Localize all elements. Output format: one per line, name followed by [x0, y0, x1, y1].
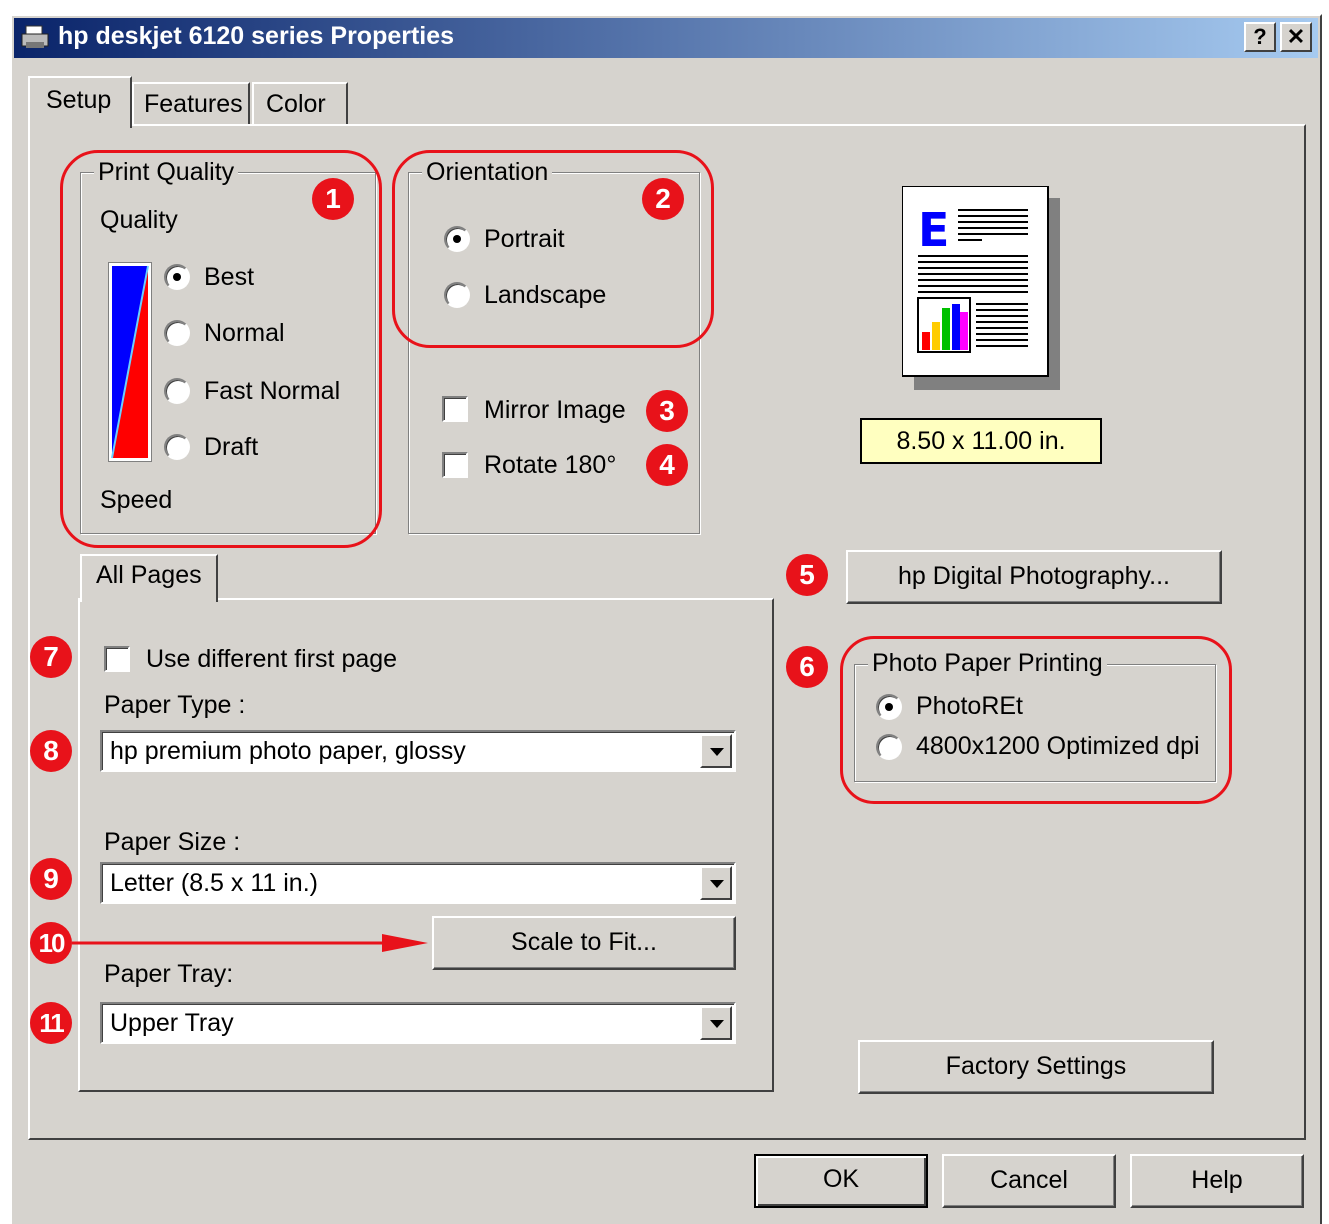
tab-features-label: Features — [144, 90, 243, 118]
mirror-image-checkbox[interactable] — [442, 396, 468, 422]
rotate-180-label[interactable]: Rotate 180° — [484, 451, 616, 480]
tab-setup[interactable]: Setup — [28, 76, 132, 128]
callout-9-badge: 9 — [30, 858, 72, 900]
paper-tray-value: Upper Tray — [110, 1009, 234, 1037]
mirror-image-label[interactable]: Mirror Image — [484, 396, 626, 425]
use-different-first-page-checkbox[interactable] — [104, 646, 130, 672]
callout-5-badge: 5 — [786, 554, 828, 596]
digital-photography-button[interactable]: hp Digital Photography... — [846, 550, 1222, 604]
callout-2-badge: 2 — [642, 178, 684, 220]
paper-tray-dropdown[interactable]: Upper Tray — [100, 1002, 736, 1044]
help-title-button[interactable]: ? — [1244, 22, 1276, 52]
paper-size-dropdown[interactable]: Letter (8.5 x 11 in.) — [100, 862, 736, 904]
callout-6-badge: 6 — [786, 646, 828, 688]
svg-text:E: E — [918, 203, 949, 257]
callout-7-badge: 7 — [30, 636, 72, 678]
factory-settings-button[interactable]: Factory Settings — [858, 1040, 1214, 1094]
paper-type-value: hp premium photo paper, glossy — [110, 737, 466, 765]
paper-type-dropdown-arrow-icon[interactable] — [700, 734, 732, 768]
tab-all-pages[interactable]: All Pages — [80, 554, 218, 602]
tab-all-pages-label: All Pages — [96, 561, 202, 589]
page-preview-icon: E — [901, 185, 1062, 392]
paper-size-value: Letter (8.5 x 11 in.) — [110, 869, 318, 897]
close-title-button[interactable]: ✕ — [1280, 22, 1312, 52]
rotate-180-checkbox[interactable] — [442, 452, 468, 478]
cancel-button[interactable]: Cancel — [942, 1154, 1116, 1208]
callout-10-badge: 10 — [30, 922, 72, 964]
callout-1-badge: 1 — [312, 178, 354, 220]
callout-box-photo-paper — [840, 636, 1232, 804]
paper-type-label: Paper Type : — [104, 691, 246, 719]
paper-tray-dropdown-arrow-icon[interactable] — [700, 1006, 732, 1040]
callout-10-arrow-icon — [72, 930, 432, 956]
tab-color-label: Color — [266, 90, 326, 118]
printer-icon — [20, 24, 52, 52]
paper-size-display: 8.50 x 11.00 in. — [860, 418, 1102, 464]
callout-3-badge: 3 — [646, 390, 688, 432]
window-title: hp deskjet 6120 series Properties — [58, 22, 455, 50]
paper-type-dropdown[interactable]: hp premium photo paper, glossy — [100, 730, 736, 772]
callout-11-badge: 11 — [30, 1002, 72, 1044]
help-button[interactable]: Help — [1130, 1154, 1304, 1208]
tab-setup-label: Setup — [46, 86, 112, 114]
scale-to-fit-button[interactable]: Scale to Fit... — [432, 916, 736, 970]
callout-4-badge: 4 — [646, 444, 688, 486]
paper-size-label: Paper Size : — [104, 828, 241, 856]
paper-tray-label: Paper Tray: — [104, 960, 234, 988]
tab-features[interactable]: Features — [132, 82, 250, 124]
callout-8-badge: 8 — [30, 730, 72, 772]
paper-size-dropdown-arrow-icon[interactable] — [700, 866, 732, 900]
use-different-first-page-label[interactable]: Use different first page — [146, 645, 397, 674]
ok-button[interactable]: OK — [754, 1154, 928, 1208]
tab-color[interactable]: Color — [252, 82, 348, 124]
